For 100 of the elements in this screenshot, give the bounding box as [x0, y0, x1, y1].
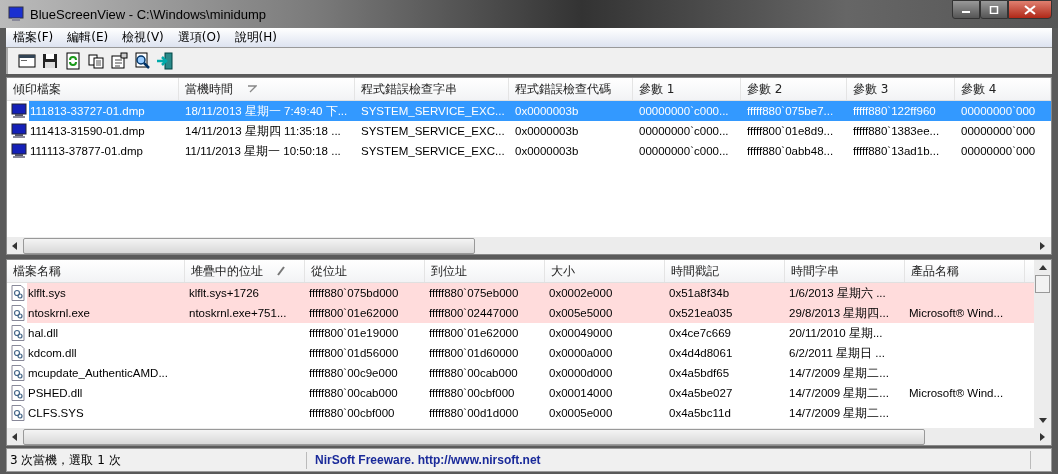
- column-header[interactable]: 參數 4: [955, 78, 1051, 100]
- table-cell-text: CLFS.SYS: [27, 407, 85, 419]
- table-cell-text: fffff880`00d1d000: [428, 407, 520, 419]
- horizontal-scrollbar[interactable]: [7, 237, 1051, 254]
- table-cell-text: 0x4a5be027: [668, 387, 734, 399]
- list-row[interactable]: mcupdate_AuthenticAMD... fffff880`00c9e000 fffff880`00cab000 0x0000d000 0x4a5bdf65 14/7/2009 星期二...: [27, 363, 1034, 383]
- table-cell-text: 0x00049000: [548, 327, 614, 339]
- minimize-button[interactable]: [952, 0, 980, 19]
- menu-item[interactable]: 編輯(E): [60, 29, 116, 46]
- column-header[interactable]: 從位址: [305, 260, 425, 282]
- scroll-thumb[interactable]: [1035, 275, 1050, 293]
- properties-icon[interactable]: [110, 52, 128, 70]
- file-gear-icon: [11, 325, 25, 341]
- list-row[interactable]: 111113-37877-01.dmp 11/11/2013 星期一 10:50:18 ... SYSTEM_SERVICE_EXC... 0x0000003b 00000000`c000... fffff880`0abb48... fffff880`13ad1b... 00000000`000: [29, 141, 1051, 161]
- column-header[interactable]: 產品名稱: [905, 260, 1025, 282]
- table-cell-text: fffff800`01e19000: [308, 327, 400, 339]
- table-cell-text: mcupdate_AuthenticAMD...: [27, 367, 169, 379]
- table-cell-text: SYSTEM_SERVICE_EXC...: [360, 105, 506, 117]
- menu-item[interactable]: 說明(H): [227, 29, 284, 46]
- right-arrow-icon[interactable]: [1040, 241, 1046, 250]
- column-header[interactable]: 程式錯誤檢查字串: [355, 78, 509, 100]
- table-cell-text: 14/11/2013 星期四 11:35:18 ...: [184, 123, 342, 139]
- column-header[interactable]: 時間字串: [785, 260, 905, 282]
- table-cell-text: 0x0000d000: [548, 367, 614, 379]
- table-cell-text: hal.dll: [27, 327, 60, 339]
- column-header[interactable]: 檔案名稱: [7, 260, 185, 282]
- monitor-icon: [11, 103, 27, 119]
- table-cell-text: fffff800`02447000: [428, 307, 520, 319]
- table-cell-text: 14/7/2009 星期二...: [788, 365, 890, 381]
- table-cell-text: 0x4a5bdf65: [668, 367, 731, 379]
- column-header[interactable]: 參數 2: [741, 78, 847, 100]
- maximize-button[interactable]: [980, 0, 1008, 19]
- list-row[interactable]: hal.dll fffff800`01e19000 fffff800`01e62000 0x00049000 0x4ce7c669 20/11/2010 星期...: [27, 323, 1034, 343]
- column-header[interactable]: 到位址: [425, 260, 545, 282]
- column-header[interactable]: 大小: [545, 260, 665, 282]
- search-icon[interactable]: [133, 52, 151, 70]
- list-row[interactable]: 111413-31590-01.dmp 14/11/2013 星期四 11:35:18 ... SYSTEM_SERVICE_EXC... 0x0000003b 00000000`c000... fffff800`01e8d9... fffff880`1383ee... 00000000`000: [29, 121, 1051, 141]
- table-cell-text: ntoskrnl.exe+751...: [188, 307, 288, 319]
- column-header[interactable]: 程式錯誤檢查代碼: [509, 78, 633, 100]
- exit-door-icon[interactable]: [156, 52, 174, 70]
- file-gear-icon: [11, 385, 25, 401]
- website-link[interactable]: NirSoft Freeware. http://www.nirsoft.net: [307, 453, 1030, 467]
- list-row[interactable]: klflt.sys klflt.sys+1726 fffff880`075bd000 fffff880`075eb000 0x0002e000 0x51a8f34b 1/6/2013 星期六 ...: [27, 283, 1034, 303]
- list-row[interactable]: PSHED.dll fffff880`00cab000 fffff880`00cbf000 0x00014000 0x4a5be027 14/7/2009 星期二... Microsoft® Wind...: [27, 383, 1034, 403]
- monitor-icon: [11, 143, 27, 159]
- table-cell-text: 0x00014000: [548, 387, 614, 399]
- list-row[interactable]: CLFS.SYS fffff880`00cbf000 fffff880`00d1d000 0x0005e000 0x4a5bc11d 14/7/2009 星期二...: [27, 403, 1034, 423]
- table-cell-text: 0x0000003b: [514, 145, 580, 157]
- horizontal-scrollbar[interactable]: [7, 428, 1051, 445]
- list-row[interactable]: ntoskrnl.exe ntoskrnl.exe+751... fffff800`01e62000 fffff800`02447000 0x005e5000 0x521ea035 29/8/2013 星期四... Microsoft® Wind...: [27, 303, 1034, 323]
- table-cell-text: 11/11/2013 星期一 10:50:18 ...: [184, 143, 342, 159]
- column-header[interactable]: 傾印檔案: [7, 78, 179, 100]
- table-cell-text: 18/11/2013 星期一 7:49:40 下...: [184, 103, 349, 119]
- column-header[interactable]: 當機時間: [179, 78, 355, 100]
- down-arrow-icon[interactable]: [1038, 418, 1047, 423]
- table-cell-text: fffff880`00cab000: [428, 367, 519, 379]
- menu-item[interactable]: 選項(O): [170, 29, 228, 46]
- file-gear-icon: [11, 345, 25, 361]
- monitor-icon: [8, 6, 24, 22]
- table-cell-text: 111413-31590-01.dmp: [29, 125, 146, 137]
- right-arrow-icon[interactable]: [1040, 432, 1046, 441]
- close-button[interactable]: [1008, 0, 1052, 19]
- table-cell-text: 0x4ce7c669: [668, 327, 733, 339]
- table-cell-text: 00000000`000: [960, 105, 1037, 117]
- table-cell-text: 00000000`c000...: [638, 145, 730, 157]
- left-arrow-icon[interactable]: [12, 241, 18, 250]
- left-arrow-icon[interactable]: [12, 432, 18, 441]
- table-cell-text: fffff880`1383ee...: [852, 125, 941, 137]
- table-cell-text: fffff880`122ff960: [852, 105, 937, 117]
- table-cell-text: 0x0000a000: [548, 347, 614, 359]
- column-header[interactable]: 參數 1: [633, 78, 741, 100]
- close-icon: [1024, 4, 1036, 15]
- table-cell-text: 0x4a5bc11d: [668, 407, 732, 419]
- column-header[interactable]: 參數 3: [847, 78, 955, 100]
- table-cell-text: fffff880`075eb000: [428, 287, 520, 299]
- vertical-scrollbar[interactable]: [1034, 260, 1051, 428]
- file-gear-icon: [11, 305, 25, 321]
- table-cell-text: ntoskrnl.exe: [27, 307, 91, 319]
- monitor-icon: [11, 123, 27, 139]
- menu-item[interactable]: 檔案(F): [6, 29, 61, 46]
- table-cell-text: fffff800`01e62000: [308, 307, 400, 319]
- table-cell-text: 29/8/2013 星期四...: [788, 305, 890, 321]
- maximize-icon: [989, 5, 999, 14]
- list-row[interactable]: kdcom.dll fffff800`01d56000 fffff800`01d60000 0x0000a000 0x4d4d8061 6/2/2011 星期日 ...: [27, 343, 1034, 363]
- window-icon[interactable]: [18, 52, 36, 70]
- column-header[interactable]: 堆疊中的位址: [185, 260, 305, 282]
- table-cell-text: fffff880`075bd000: [308, 287, 400, 299]
- menu-item[interactable]: 檢視(V): [115, 29, 171, 46]
- copy-icon[interactable]: [87, 52, 105, 70]
- table-cell-text: 111813-33727-01.dmp: [29, 105, 146, 117]
- table-cell-text: Microsoft® Wind...: [908, 387, 1005, 399]
- table-cell-text: 1/6/2013 星期六 ...: [788, 285, 887, 301]
- column-header[interactable]: 時間戳記: [665, 260, 785, 282]
- file-gear-icon: [11, 365, 25, 381]
- table-cell-text: 111113-37877-01.dmp: [29, 145, 144, 157]
- refresh-icon[interactable]: [64, 52, 82, 70]
- up-arrow-icon[interactable]: [1038, 265, 1047, 270]
- save-icon[interactable]: [41, 52, 59, 70]
- window-title: BlueScreenView - C:\Windows\minidump: [30, 6, 267, 22]
- table-cell-text: fffff800`01d56000: [308, 347, 400, 359]
